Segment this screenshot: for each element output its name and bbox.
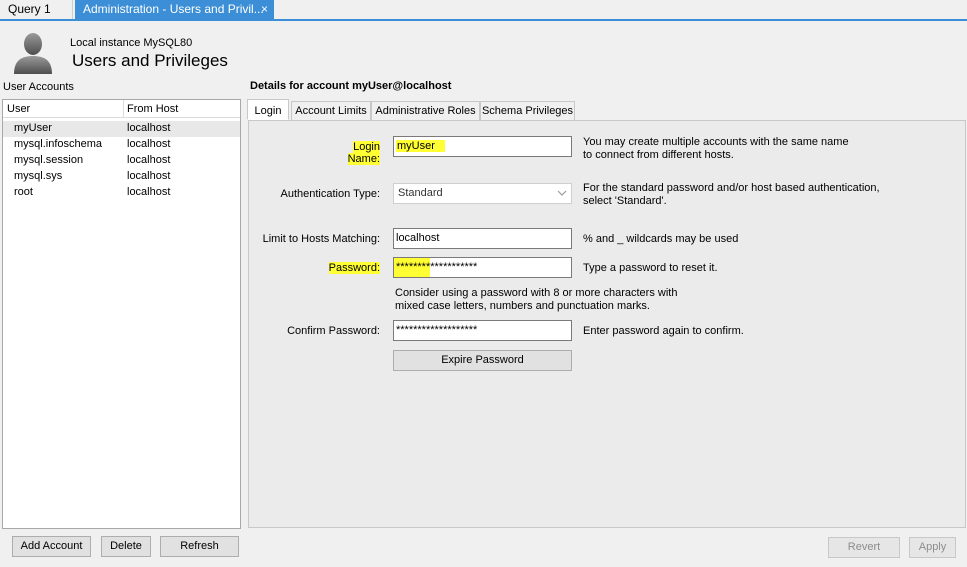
row-user: mysql.session [14,154,84,166]
table-row[interactable]: root localhost [3,185,240,201]
hosts-matching-input[interactable]: localhost [393,228,572,249]
column-divider [123,100,124,118]
auth-type-label: Authentication Type: [280,188,380,200]
login-name-label: Login Name: [319,141,380,165]
add-account-button[interactable]: Add Account [12,536,91,557]
instance-name: Local instance MySQL80 [70,37,193,49]
row-user: mysql.sys [14,170,63,182]
auth-type-hint-line1: For the standard password and/or host ba… [583,182,880,194]
column-header-host[interactable]: From Host [127,103,178,115]
page-title: Users and Privileges [72,51,228,70]
row-host: localhost [127,186,171,198]
auth-type-hint: For the standard password and/or host ba… [583,182,880,208]
user-accounts-label: User Accounts [3,81,74,93]
row-host: localhost [127,154,171,166]
login-panel: Login Name: myUser You may create multip… [248,120,966,528]
expire-password-button[interactable]: Expire Password [393,350,572,371]
revert-button[interactable]: Revert [828,537,900,558]
login-name-label-text: Login Name: [347,141,380,165]
row-host: localhost [127,138,171,150]
tab-administration-users[interactable]: Administration - Users and Privil... × [75,0,274,19]
column-header-user[interactable]: User [7,103,30,115]
password-advice-line2: mixed case letters, numbers and punctuat… [395,300,650,312]
password-hint: Type a password to reset it. [583,262,718,274]
tab-administration-label: Administration - Users and Privil... [83,2,264,16]
row-host: localhost [127,122,171,134]
tab-administrative-roles[interactable]: Administrative Roles [371,101,480,121]
refresh-button[interactable]: Refresh [160,536,239,557]
password-advice-line1: Consider using a password with 8 or more… [395,287,678,299]
document-tab-bar: Query 1 Administration - Users and Privi… [0,0,967,21]
confirm-password-input[interactable]: ******************* [393,320,572,341]
row-user: root [14,186,33,198]
apply-button[interactable]: Apply [909,537,956,558]
row-user: myUser [14,122,52,134]
password-label-text: Password: [328,262,380,274]
row-host: localhost [127,170,171,182]
row-user: mysql.infoschema [14,138,103,150]
login-name-hint-line1: You may create multiple accounts with th… [583,136,849,148]
login-name-hint-line2: to connect from different hosts. [583,149,734,161]
confirm-password-hint: Enter password again to confirm. [583,325,744,337]
auth-type-hint-line2: select 'Standard'. [583,195,667,207]
close-icon[interactable]: × [261,0,268,19]
user-accounts-list[interactable]: User From Host myUser localhost mysql.in… [2,99,241,529]
auth-type-select[interactable]: Standard [393,183,572,204]
password-label: Password: [319,262,380,274]
table-row[interactable]: mysql.infoschema localhost [3,137,240,153]
login-name-hint: You may create multiple accounts with th… [583,136,849,162]
table-row[interactable]: mysql.session localhost [3,153,240,169]
tab-login[interactable]: Login [247,99,289,120]
login-name-value: myUser [396,140,445,152]
table-row[interactable]: myUser localhost [3,121,240,137]
hosts-matching-label: Limit to Hosts Matching: [262,233,380,245]
delete-button[interactable]: Delete [101,536,151,557]
user-avatar-icon [12,30,54,74]
user-accounts-header: User From Host [3,100,240,118]
chevron-down-icon [557,184,567,210]
auth-type-value: Standard [398,187,443,199]
table-row[interactable]: mysql.sys localhost [3,169,240,185]
login-name-input[interactable]: myUser [393,136,572,157]
tab-query-1[interactable]: Query 1 [0,0,73,19]
hosts-matching-hint: % and _ wildcards may be used [583,233,739,245]
password-advice: Consider using a password with 8 or more… [395,287,677,313]
confirm-password-label: Confirm Password: [287,325,380,337]
tab-account-limits[interactable]: Account Limits [291,101,371,121]
tab-schema-privileges[interactable]: Schema Privileges [480,101,575,121]
details-title: Details for account myUser@localhost [250,80,452,92]
password-input[interactable]: ******************* [393,257,572,278]
